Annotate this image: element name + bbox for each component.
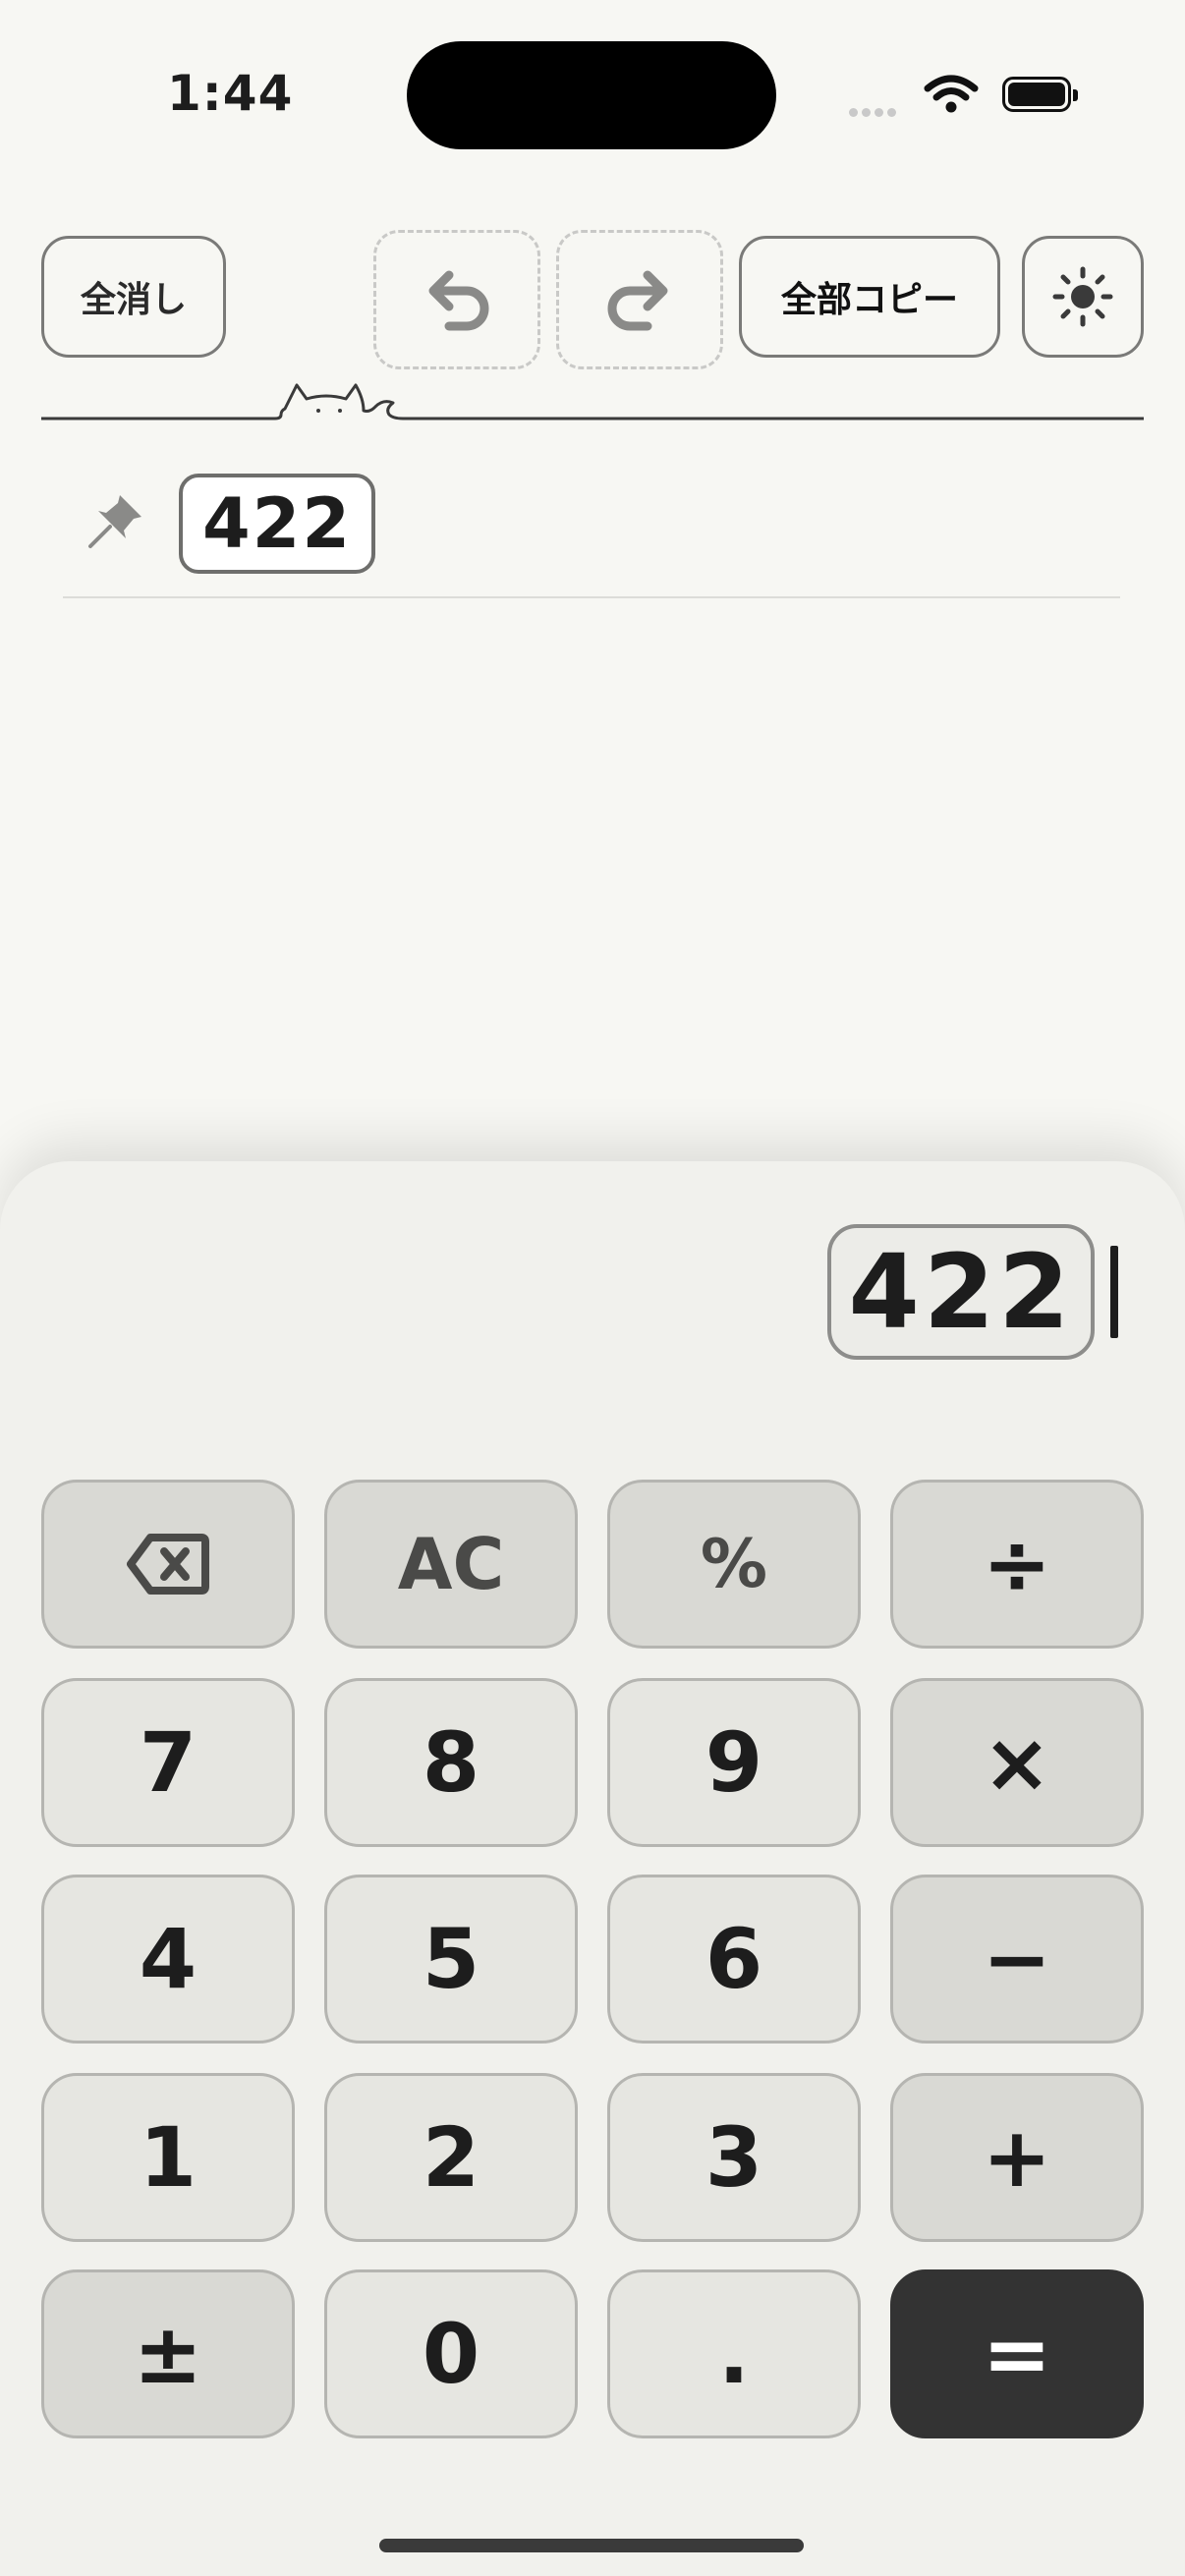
history-value-chip[interactable]: 422	[179, 474, 375, 574]
redo-icon	[607, 270, 668, 331]
digit-0-button[interactable]: 0	[324, 2269, 578, 2438]
history-divider	[63, 596, 1120, 598]
pin-icon[interactable]	[86, 489, 147, 554]
wifi-icon	[924, 75, 979, 118]
cellular-icon	[849, 102, 900, 121]
decimal-button[interactable]: .	[607, 2269, 861, 2438]
decimal-label: .	[718, 2306, 750, 2402]
undo-button[interactable]	[373, 230, 540, 369]
calculator-display[interactable]: 422	[827, 1224, 1095, 1360]
digit-3-label: 3	[705, 2109, 763, 2206]
all-clear-button[interactable]: AC	[324, 1480, 578, 1649]
cat-divider-icon	[41, 383, 1144, 420]
digit-4-button[interactable]: 4	[41, 1875, 295, 2044]
display-value: 422	[848, 1232, 1074, 1352]
equals-button[interactable]: =	[890, 2269, 1144, 2438]
digit-4-label: 4	[139, 1911, 198, 2007]
history-value: 422	[201, 483, 353, 564]
digit-1-button[interactable]: 1	[41, 2073, 295, 2242]
digit-5-button[interactable]: 5	[324, 1875, 578, 2044]
digit-9-label: 9	[705, 1714, 763, 1811]
plus-label: +	[982, 2109, 1052, 2206]
battery-icon	[1002, 77, 1078, 112]
digit-5-label: 5	[422, 1911, 480, 2007]
plus-button[interactable]: +	[890, 2073, 1144, 2242]
clear-all-button[interactable]: 全消し	[41, 236, 226, 358]
digit-8-button[interactable]: 8	[324, 1678, 578, 1847]
undo-icon	[428, 270, 489, 331]
digit-8-label: 8	[422, 1714, 480, 1811]
equals-label: =	[982, 2306, 1052, 2402]
digit-1-label: 1	[139, 2109, 198, 2206]
digit-9-button[interactable]: 9	[607, 1678, 861, 1847]
redo-button[interactable]	[556, 230, 723, 369]
theme-toggle-button[interactable]	[1022, 236, 1144, 358]
plus-minus-button[interactable]: ±	[41, 2269, 295, 2438]
digit-7-label: 7	[139, 1714, 198, 1811]
home-indicator[interactable]	[379, 2539, 804, 2552]
percent-button[interactable]: %	[607, 1480, 861, 1649]
minus-label: −	[982, 1911, 1052, 2007]
backspace-icon	[127, 1534, 209, 1595]
digit-6-button[interactable]: 6	[607, 1875, 861, 2044]
multiply-label: ×	[982, 1714, 1052, 1811]
status-time: 1:44	[167, 65, 294, 122]
digit-7-button[interactable]: 7	[41, 1678, 295, 1847]
divide-button[interactable]: ÷	[890, 1480, 1144, 1649]
digit-3-button[interactable]: 3	[607, 2073, 861, 2242]
plus-minus-label: ±	[133, 2306, 203, 2402]
digit-2-button[interactable]: 2	[324, 2073, 578, 2242]
percent-label: %	[700, 1525, 768, 1603]
digit-2-label: 2	[422, 2109, 480, 2206]
multiply-button[interactable]: ×	[890, 1678, 1144, 1847]
divide-label: ÷	[982, 1516, 1052, 1612]
digit-0-label: 0	[422, 2306, 480, 2402]
minus-button[interactable]: −	[890, 1875, 1144, 2044]
clear-all-label: 全消し	[80, 280, 187, 320]
digit-6-label: 6	[705, 1911, 763, 2007]
copy-all-label: 全部コピー	[780, 280, 958, 320]
copy-all-button[interactable]: 全部コピー	[739, 236, 1000, 358]
sun-icon	[1052, 266, 1113, 327]
dynamic-island	[407, 41, 776, 149]
text-cursor	[1110, 1246, 1118, 1338]
backspace-button[interactable]	[41, 1480, 295, 1649]
all-clear-label: AC	[397, 1523, 505, 1605]
